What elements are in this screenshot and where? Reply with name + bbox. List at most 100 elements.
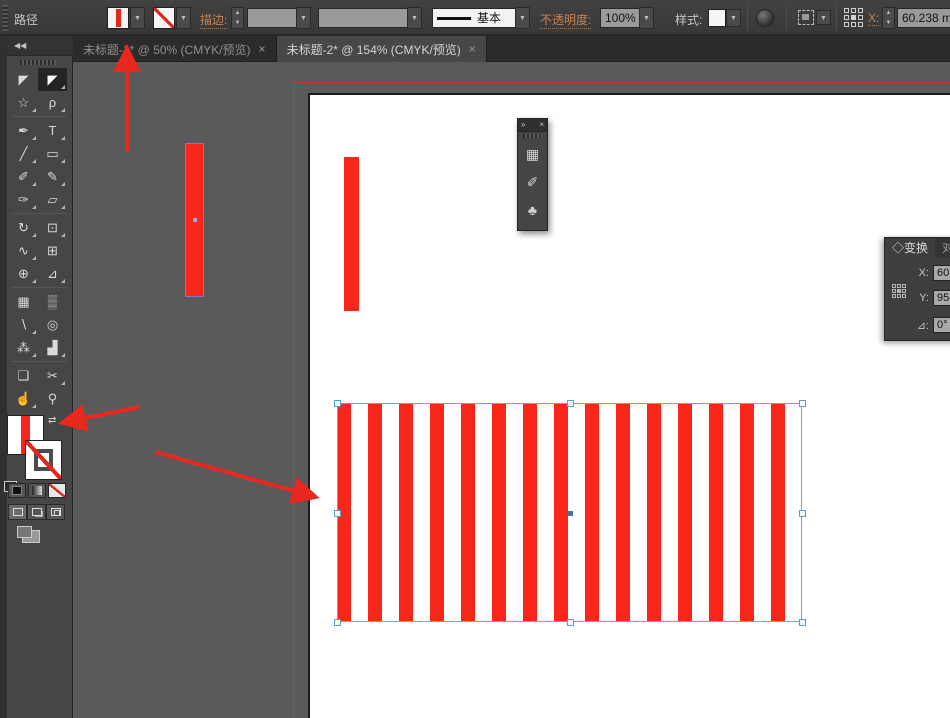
- zoom-tool[interactable]: ⚲: [38, 387, 67, 410]
- opacity-panel-link[interactable]: 不透明度:: [540, 11, 591, 29]
- red-bar[interactable]: [344, 157, 359, 311]
- ref-point-cell[interactable]: [892, 284, 896, 288]
- red-bar-selected[interactable]: [186, 144, 203, 296]
- perspective-grid-tool[interactable]: ⊿: [38, 262, 67, 285]
- free-transform-tool[interactable]: ⊞: [38, 239, 67, 262]
- fill-dropdown-arrow[interactable]: ▼: [130, 7, 145, 29]
- selection-handle[interactable]: [567, 619, 574, 626]
- stepper-up-icon[interactable]: ▲: [883, 8, 894, 18]
- eraser-tool[interactable]: ▱: [38, 188, 67, 211]
- x-coordinate-field[interactable]: 60.238 mm: [897, 8, 950, 28]
- tab-align[interactable]: 对: [935, 238, 950, 258]
- selection-handle[interactable]: [334, 619, 341, 626]
- document-tab[interactable]: 未标题-2* @ 154% (CMYK/预览)×: [277, 36, 487, 62]
- recolor-artwork-icon[interactable]: [756, 9, 774, 27]
- stroke-weight-dropdown-arrow[interactable]: ▼: [296, 7, 311, 29]
- swatches-panel-icon[interactable]: ▦: [518, 140, 547, 168]
- toolbar-collapse-button[interactable]: ◀◀: [7, 36, 73, 56]
- symbols-panel-icon[interactable]: ♣: [518, 196, 547, 224]
- brush-dropdown-arrow[interactable]: ▼: [515, 7, 530, 29]
- document-tab[interactable]: 未标题-1* @ 50% (CMYK/预览)×: [73, 36, 277, 62]
- fill-color-swatch[interactable]: [107, 7, 129, 29]
- slice-tool[interactable]: ✂: [38, 364, 67, 387]
- stroke-dropdown-arrow[interactable]: ▼: [176, 7, 191, 29]
- magic-wand-tool[interactable]: ☆: [9, 91, 38, 114]
- ref-point-cell[interactable]: [892, 289, 896, 293]
- rotate-tool[interactable]: ↻: [9, 216, 38, 239]
- mesh-tool[interactable]: ▦: [9, 290, 38, 313]
- brushes-panel-icon[interactable]: ✐: [518, 168, 547, 196]
- draw-inside-button[interactable]: [46, 504, 65, 520]
- stroke-weight-field[interactable]: [247, 8, 297, 28]
- panel-grip[interactable]: [2, 5, 8, 31]
- x-coordinate-stepper[interactable]: ▲ ▼: [882, 7, 895, 29]
- ref-point-cell[interactable]: [851, 8, 856, 13]
- select-similar-dropdown-arrow[interactable]: ▼: [816, 10, 831, 25]
- ref-point-cell[interactable]: [844, 15, 849, 20]
- paintbrush-tool[interactable]: ✐: [9, 165, 38, 188]
- y-value-field[interactable]: 95: [933, 290, 950, 306]
- draw-normal-button[interactable]: [8, 504, 27, 520]
- ref-point-cell[interactable]: [902, 294, 906, 298]
- type-tool[interactable]: T: [38, 119, 67, 142]
- draw-behind-button[interactable]: [27, 504, 46, 520]
- brush-definition-field[interactable]: 基本: [432, 8, 516, 28]
- close-panel-icon[interactable]: ×: [539, 119, 544, 131]
- ref-point-cell[interactable]: [902, 289, 906, 293]
- toolbar-grip[interactable]: [20, 60, 56, 65]
- eyedropper-tool[interactable]: ∖: [9, 313, 38, 336]
- canvas-area[interactable]: » × ▦✐♣ ◇变换 对 X: 60 Y: 95: [73, 62, 950, 718]
- floating-panel-grip[interactable]: [523, 134, 542, 138]
- select-similar-icon[interactable]: [798, 10, 814, 25]
- selection-handle[interactable]: [799, 510, 806, 517]
- pen-tool[interactable]: ✒: [9, 119, 38, 142]
- ref-point-cell[interactable]: [844, 22, 849, 27]
- ref-point-cell[interactable]: [892, 294, 896, 298]
- column-graph-tool[interactable]: ▟: [38, 336, 67, 359]
- ref-point-cell[interactable]: [897, 294, 901, 298]
- line-segment-tool[interactable]: ╱: [9, 142, 38, 165]
- width-profile-field[interactable]: [318, 8, 408, 28]
- ref-point-cell[interactable]: [851, 15, 856, 20]
- x-coordinate-label[interactable]: X:: [868, 11, 879, 26]
- rectangle-tool[interactable]: ▭: [38, 142, 67, 165]
- selection-handle[interactable]: [334, 400, 341, 407]
- stroke-color-swatch[interactable]: [153, 7, 175, 29]
- angle-value-field[interactable]: 0°: [933, 317, 950, 333]
- opacity-dropdown-arrow[interactable]: ▼: [639, 7, 654, 29]
- tab-close-icon[interactable]: ×: [469, 42, 476, 56]
- selection-handle[interactable]: [334, 510, 341, 517]
- gradient-button[interactable]: [28, 483, 46, 498]
- selection-center-point[interactable]: [568, 511, 573, 516]
- hand-tool[interactable]: ☝: [9, 387, 38, 410]
- ref-point-cell[interactable]: [844, 8, 849, 13]
- opacity-field[interactable]: 100%: [600, 8, 640, 28]
- style-dropdown-arrow[interactable]: ▼: [726, 9, 741, 27]
- ref-point-cell[interactable]: [858, 22, 863, 27]
- style-swatch[interactable]: [708, 9, 726, 27]
- selection-tool[interactable]: ◤: [9, 68, 38, 91]
- ref-point-cell[interactable]: [902, 284, 906, 288]
- stroke-panel-link[interactable]: 描边:: [200, 11, 227, 29]
- blob-brush-tool[interactable]: ✑: [9, 188, 38, 211]
- ref-point-cell[interactable]: [858, 8, 863, 13]
- selection-handle[interactable]: [799, 400, 806, 407]
- expand-panel-icon[interactable]: »: [521, 119, 525, 131]
- stroke-indicator-swatch[interactable]: [25, 440, 62, 480]
- ref-point-cell[interactable]: [858, 15, 863, 20]
- x-value-field[interactable]: 60: [933, 265, 950, 281]
- blend-tool[interactable]: ◎: [38, 313, 67, 336]
- direct-selection-tool[interactable]: ◤: [38, 68, 67, 91]
- reference-point-icon[interactable]: [892, 284, 906, 298]
- gradient-tool[interactable]: ▒: [38, 290, 67, 313]
- tab-transform[interactable]: ◇变换: [885, 238, 935, 258]
- pencil-tool[interactable]: ✎: [38, 165, 67, 188]
- ref-point-cell[interactable]: [897, 289, 901, 293]
- stepper-down-icon[interactable]: ▼: [883, 18, 894, 28]
- stepper-up-icon[interactable]: ▲: [232, 8, 243, 18]
- ref-point-cell[interactable]: [851, 22, 856, 27]
- swap-fill-stroke-icon[interactable]: ⇄: [48, 415, 56, 426]
- width-tool[interactable]: ∿: [9, 239, 38, 262]
- reference-point-icon[interactable]: [844, 8, 863, 27]
- screen-mode-button[interactable]: [22, 530, 40, 543]
